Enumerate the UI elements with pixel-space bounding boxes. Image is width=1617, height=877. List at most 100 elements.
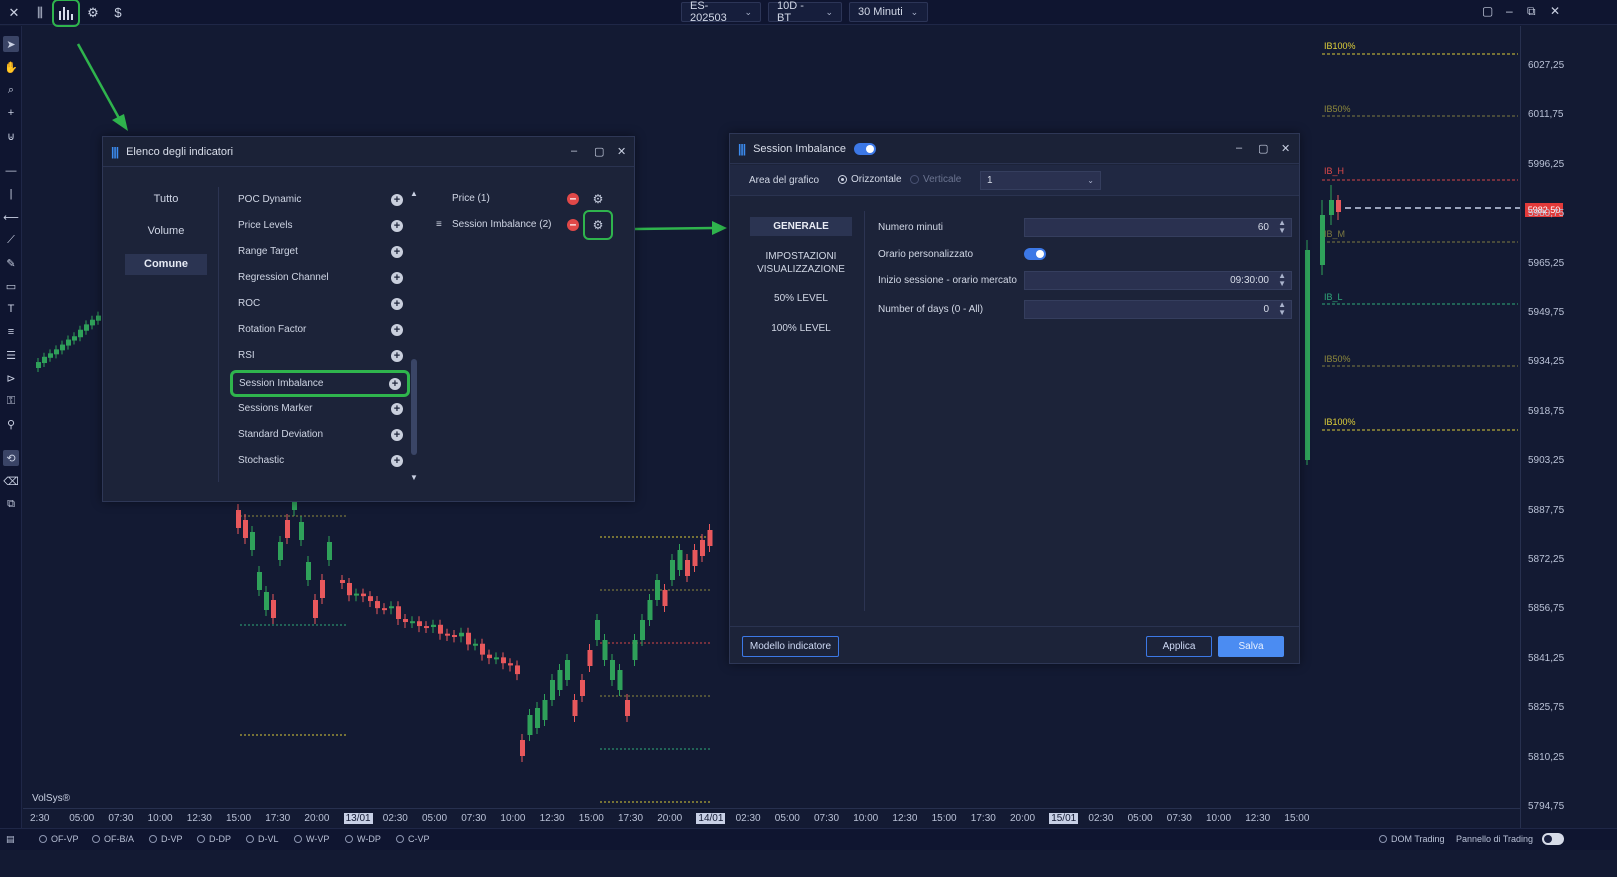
indicator-item[interactable]: Regression Channel + [238, 268, 408, 288]
indicators-icon: ||| [738, 141, 746, 156]
add-icon[interactable]: + [391, 298, 403, 310]
bottom-option[interactable]: OF-B/A [92, 834, 134, 844]
candle-body [250, 532, 255, 550]
gear-icon[interactable]: ⚙ [583, 210, 613, 240]
candle-body [550, 680, 555, 700]
indicator-label: RSI [238, 350, 255, 361]
candle-body [78, 329, 83, 338]
indicator-item[interactable]: POC Dynamic + [238, 190, 408, 210]
option-label: W-VP [306, 834, 330, 844]
orientation-horizontal[interactable]: Orizzontale [838, 174, 902, 185]
bottom-option[interactable]: D-VP [149, 834, 183, 844]
scrollbar[interactable]: ▲ ▼ [409, 189, 419, 485]
indicator-label: Price Levels [238, 220, 293, 231]
add-icon[interactable]: + [391, 350, 403, 362]
stepper-icon[interactable]: ▲ ▼ [1278, 301, 1286, 317]
candle-body [617, 670, 623, 690]
ib50-top-label: IB50% [1324, 104, 1351, 114]
tab-50-level[interactable]: 50% LEVEL [750, 293, 852, 304]
add-icon[interactable]: + [391, 220, 403, 232]
chart-area-select[interactable]: 1 ⌄ [980, 171, 1101, 190]
session-start-input[interactable]: 09:30:00 ▲ ▼ [1024, 271, 1292, 290]
time-axis[interactable]: 2:30 05:00 07:30 10:00 12:30 15:00 17:30 20:00 1… [23, 808, 1520, 828]
indicator-label: Rotation Factor [238, 324, 307, 335]
ib100-top-label: IB100% [1324, 41, 1356, 51]
radio-icon [345, 835, 353, 843]
scroll-down-icon[interactable]: ▼ [410, 473, 418, 482]
candle-body [243, 520, 248, 538]
candle-body [1336, 200, 1341, 212]
scroll-thumb[interactable] [411, 359, 417, 455]
close-icon[interactable]: ✕ [617, 145, 626, 158]
drag-handle-icon[interactable]: ≡ [436, 215, 442, 235]
bottom-option[interactable]: D-DP [197, 834, 231, 844]
indicator-label: Standard Deviation [238, 429, 324, 440]
minimize-icon[interactable]: – [571, 145, 577, 157]
select-value: 1 [987, 175, 993, 186]
add-icon[interactable]: + [391, 429, 403, 441]
added-indicator-session-imbalance[interactable]: ≡ Session Imbalance (2) – ⚙ [433, 210, 613, 240]
candle-body [700, 540, 705, 556]
apply-button[interactable]: Applica [1146, 636, 1212, 657]
minimize-icon[interactable]: – [1236, 142, 1242, 154]
tab-impostazioni[interactable]: IMPOSTAZIONI VISUALIZZAZIONE [750, 250, 852, 276]
days-input[interactable]: 0 ▲ ▼ [1024, 300, 1292, 319]
added-indicator-price[interactable]: Price (1) – ⚙ [433, 189, 613, 209]
stepper-icon[interactable]: ▲ ▼ [1278, 219, 1286, 235]
stepper-icon[interactable]: ▲ ▼ [1278, 272, 1286, 288]
bottom-option[interactable]: W-VP [294, 834, 329, 844]
maximize-icon[interactable]: ▢ [594, 145, 604, 158]
add-icon[interactable]: + [391, 324, 403, 336]
indicator-item[interactable]: RSI + [238, 346, 408, 366]
indicator-item[interactable]: Stochastic + [238, 451, 408, 471]
price-tick-label: 5980,75 [1528, 208, 1565, 220]
save-button[interactable]: Salva [1218, 636, 1284, 657]
time-tick-label: 07:30 [814, 813, 840, 824]
candle-body [90, 319, 95, 326]
indicator-item[interactable]: Standard Deviation + [238, 425, 408, 445]
bottom-option[interactable]: OF-VP [39, 834, 79, 844]
bottom-option[interactable]: D-VL [246, 834, 279, 844]
add-icon[interactable]: + [389, 378, 401, 390]
indicator-item[interactable]: Range Target + [238, 242, 408, 262]
scroll-up-icon[interactable]: ▲ [410, 189, 418, 198]
candle-body [494, 657, 499, 660]
category-comune[interactable]: Comune [125, 254, 207, 275]
close-icon[interactable]: ✕ [1281, 142, 1290, 155]
bottom-option[interactable]: W-DP [345, 834, 381, 844]
bottom-option[interactable]: C-VP [396, 834, 430, 844]
template-button[interactable]: Modello indicatore [742, 636, 839, 657]
candle-body [466, 632, 471, 645]
minutes-input[interactable]: 60 ▲ ▼ [1024, 218, 1292, 237]
add-icon[interactable]: + [391, 403, 403, 415]
orientation-vertical[interactable]: Verticale [910, 174, 961, 185]
custom-time-toggle[interactable] [1024, 248, 1046, 260]
candle-body [459, 632, 464, 637]
add-icon[interactable]: + [391, 272, 403, 284]
remove-icon[interactable]: – [567, 192, 579, 205]
field-value: 60 [1257, 222, 1269, 233]
price-axis[interactable]: 6027,25 6011,75 5996,25 5980,75 5965,25 5949,… [1520, 26, 1617, 834]
settings-dialog: ||| Session Imbalance – ▢ ✕ Area del gra… [729, 133, 1300, 664]
indicator-item-session-imbalance[interactable]: Session Imbalance + [230, 370, 410, 397]
tab-generale[interactable]: GENERALE [750, 217, 852, 236]
remove-icon[interactable]: – [567, 218, 579, 231]
panel-toggle-icon[interactable]: ▤ [6, 834, 15, 845]
add-icon[interactable]: + [391, 194, 403, 206]
enable-toggle[interactable] [854, 142, 877, 155]
add-icon[interactable]: + [391, 246, 403, 258]
trading-panel-label: Pannello di Trading [1456, 834, 1534, 844]
indicator-item[interactable]: Price Levels + [238, 216, 408, 236]
gear-icon[interactable]: ⚙ [591, 192, 605, 206]
add-icon[interactable]: + [391, 455, 403, 467]
candle-body [306, 562, 311, 580]
trading-panel-toggle[interactable] [1542, 833, 1564, 845]
maximize-icon[interactable]: ▢ [1258, 142, 1268, 155]
indicator-item[interactable]: Sessions Marker + [238, 399, 408, 419]
category-volume[interactable]: Volume [125, 221, 207, 242]
dom-trading-option[interactable]: DOM Trading [1379, 834, 1445, 844]
indicator-item[interactable]: ROC + [238, 294, 408, 314]
tab-100-level[interactable]: 100% LEVEL [750, 323, 852, 334]
category-tutto[interactable]: Tutto [125, 189, 207, 210]
indicator-item[interactable]: Rotation Factor + [238, 320, 408, 340]
